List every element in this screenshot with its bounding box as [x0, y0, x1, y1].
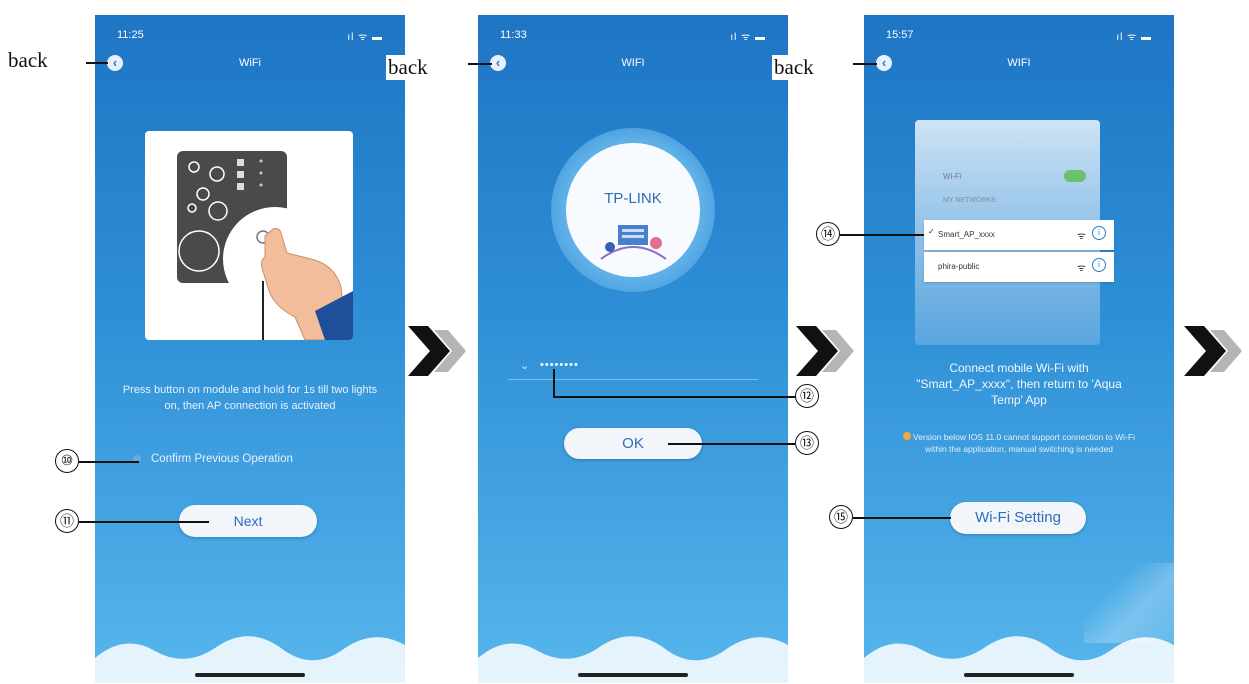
callout-13: ⑬	[795, 431, 819, 455]
callout-11: ⑪	[55, 509, 79, 533]
network-name: Smart_AP_xxxx	[938, 230, 995, 239]
network-name: phira-public	[938, 262, 980, 271]
module-illustration	[145, 131, 353, 340]
ios-wifi-label: Wi-Fi	[943, 172, 962, 181]
version-note-text: Version below IOS 11.0 cannot support co…	[913, 432, 1135, 454]
status-bar: 11:25 ıl ᯤ ▬	[117, 29, 383, 43]
info-icon[interactable]: i	[1092, 226, 1106, 240]
callout-15: ⑮	[829, 505, 853, 529]
phone-screen-3: 15:57 ıl ᯤ ▬ ‹ WIFI Wi-Fi MY NETWORKS ✓ …	[864, 15, 1174, 683]
connect-text: Connect mobile Wi-Fi with "Smart_AP_xxxx…	[916, 361, 1122, 407]
step-arrow-1-icon	[408, 326, 466, 376]
page-title: WIFI	[621, 57, 645, 69]
status-icons: ıl ᯤ ▬	[1116, 32, 1152, 43]
callout-10-leader	[79, 461, 139, 463]
status-bar: 15:57 ıl ᯤ ▬	[886, 29, 1152, 43]
home-indicator	[195, 673, 305, 677]
network-row-1[interactable]: ✓ Smart_AP_xxxx ᯤ i	[924, 220, 1114, 250]
ios-wifi-row: Wi-Fi	[943, 168, 1088, 188]
confirm-row[interactable]: Confirm Previous Operation	[133, 453, 293, 465]
chevron-down-icon[interactable]: ⌄	[520, 359, 529, 372]
back-annotation-3: back	[772, 55, 816, 80]
home-indicator	[964, 673, 1074, 677]
page-title: WIFI	[1007, 57, 1031, 69]
status-icons: ıl ᯤ ▬	[730, 32, 766, 43]
back-leader-2	[468, 63, 492, 65]
callout-14-leader	[840, 234, 924, 236]
info-icon[interactable]: i	[1092, 258, 1106, 272]
callout-10: ⑩	[55, 449, 79, 473]
wifi-signal-icon: ᯤ	[1076, 263, 1086, 274]
callout-11-leader	[79, 521, 209, 523]
checkmark-icon: ✓	[928, 227, 935, 236]
phone-screen-1: 11:25 ıl ᯤ ▬ ‹ WiFi Press button on modu	[95, 15, 405, 683]
back-leader-1	[86, 62, 108, 64]
callout-12: ⑫	[795, 384, 819, 408]
password-value: ••••••••	[540, 359, 579, 371]
router-circle: TP-LINK	[566, 143, 700, 277]
ios-my-networks: MY NETWORKS	[943, 197, 996, 204]
callout-13-leader	[668, 443, 795, 445]
back-leader-3	[853, 63, 877, 65]
back-annotation-2: back	[386, 55, 430, 80]
network-row-2[interactable]: phira-public ᯤ i	[924, 252, 1114, 282]
module-hand-image	[177, 151, 353, 340]
wifi-signal-icon: ᯤ	[1076, 231, 1086, 242]
wifi-setting-button[interactable]: Wi-Fi Setting	[950, 502, 1086, 534]
callout-15-leader	[853, 517, 951, 519]
callout-12-vleader	[553, 369, 555, 397]
status-time: 11:25	[117, 29, 144, 41]
back-annotation-1: back	[6, 48, 50, 73]
page-title: WiFi	[239, 57, 261, 69]
instruction-text: Press button on module and hold for 1s t…	[122, 384, 378, 412]
home-indicator	[578, 673, 688, 677]
status-time: 15:57	[886, 29, 914, 41]
password-field[interactable]: ⌄ ••••••••	[508, 357, 758, 380]
version-note: Version below IOS 11.0 cannot support co…	[894, 431, 1144, 455]
step-arrow-3-icon	[1184, 326, 1242, 376]
status-bar: 11:33 ıl ᯤ ▬	[500, 29, 766, 43]
confirm-label: Confirm Previous Operation	[151, 453, 293, 465]
status-time: 11:33	[500, 29, 527, 41]
callout-14: ⑭	[816, 222, 840, 246]
router-icon	[600, 225, 667, 260]
wifi-toggle	[1064, 170, 1086, 182]
phone-screen-2: 11:33 ıl ᯤ ▬ ‹ WIFI TP-LINK ⌄ •••••••• O…	[478, 15, 788, 683]
warning-dot-icon	[903, 432, 912, 440]
callout-12-leader	[553, 396, 795, 398]
step-arrow-2-icon	[796, 326, 854, 376]
status-icons: ıl ᯤ ▬	[347, 32, 383, 43]
